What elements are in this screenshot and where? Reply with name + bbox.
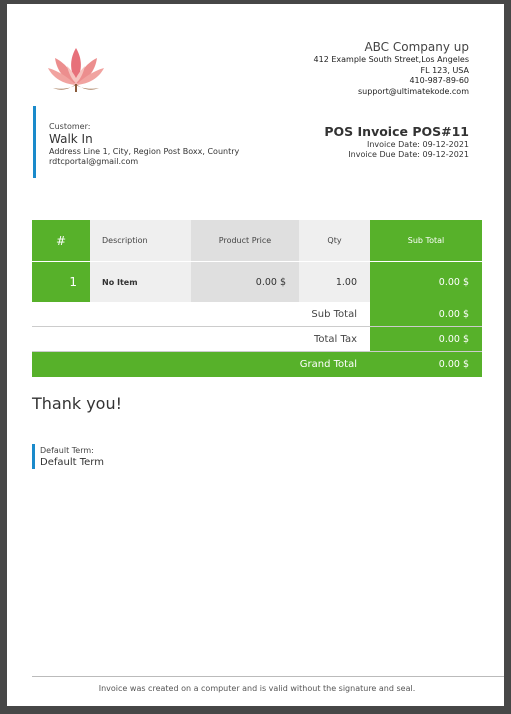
row-num: 1 — [32, 261, 90, 302]
invoice-title: POS Invoice POS#11 — [324, 124, 469, 139]
company-email: support@ultimatekode.com — [358, 86, 469, 96]
grand-total-row: Grand Total 0.00 $ — [32, 352, 482, 377]
customer-label: Customer: — [49, 122, 91, 131]
row-qty: 1.00 — [299, 261, 370, 302]
thank-you-text: Thank you! — [32, 394, 123, 413]
header-num: # — [32, 220, 90, 261]
header-qty: Qty — [299, 220, 370, 261]
lotus-logo-icon — [48, 48, 104, 92]
sub-total-label: Sub Total — [311, 308, 357, 320]
items-table: # Description Product Price Qty Sub Tota… — [32, 220, 482, 377]
sub-total-value: 0.00 $ — [370, 302, 482, 326]
total-tax-value: 0.00 $ — [370, 327, 482, 351]
customer-name: Walk In — [49, 132, 93, 146]
table-header: # Description Product Price Qty Sub Tota… — [32, 220, 482, 261]
invoice-meta: POS Invoice POS#11 Invoice Date: 09-12-2… — [324, 124, 469, 160]
customer-email: rdtcportal@gmail.com — [49, 157, 139, 166]
company-address-line2: FL 123, USA — [420, 65, 469, 75]
term-label: Default Term: — [40, 446, 94, 455]
row-description: No Item — [90, 261, 191, 302]
invoice-date: Invoice Date: 09-12-2021 — [367, 140, 469, 149]
header-product-price: Product Price — [191, 220, 299, 261]
header-description: Description — [90, 220, 191, 261]
invoice-due-date: Invoice Due Date: 09-12-2021 — [348, 150, 469, 159]
row-price: 0.00 $ — [191, 261, 299, 302]
footer-note: Invoice was created on a computer and is… — [98, 684, 416, 693]
term-block: Default Term: Default Term — [32, 444, 104, 469]
company-address-line1: 412 Example South Street,Los Angeles — [313, 55, 469, 64]
company-name: ABC Company up — [364, 40, 469, 54]
total-tax-row: Total Tax 0.00 $ — [32, 327, 482, 352]
grand-total-value: 0.00 $ — [370, 352, 482, 377]
customer-block: Customer: Walk In Address Line 1, City, … — [33, 106, 263, 178]
customer-address: Address Line 1, City, Region Post Boxx, … — [49, 147, 240, 156]
table-row: 1 No Item 0.00 $ 1.00 0.00 $ — [32, 261, 482, 302]
company-info: ABC Company up 412 Example South Street,… — [314, 40, 469, 97]
total-tax-label: Total Tax — [313, 333, 357, 345]
grand-total-label: Grand Total — [299, 359, 357, 370]
footer-divider — [32, 676, 504, 677]
term-value: Default Term — [40, 457, 104, 468]
row-subtotal: 0.00 $ — [370, 261, 482, 302]
company-phone: 410-987-89-60 — [409, 76, 469, 85]
invoice-page: ABC Company up 412 Example South Street,… — [7, 4, 504, 706]
header-sub-total: Sub Total — [370, 220, 482, 261]
sub-total-row: Sub Total 0.00 $ — [32, 302, 482, 327]
